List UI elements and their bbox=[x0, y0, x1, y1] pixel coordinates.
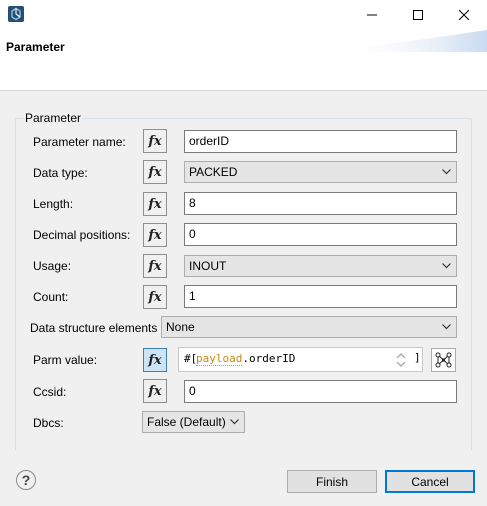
length-label: Length: bbox=[33, 197, 74, 211]
count-fx-button[interactable]: fx bbox=[143, 285, 167, 309]
decimal-positions-input[interactable]: 0 bbox=[184, 223, 457, 246]
parameter-name-input[interactable]: orderID bbox=[184, 130, 457, 153]
count-label: Count: bbox=[33, 290, 69, 304]
chevron-down-icon bbox=[442, 324, 451, 330]
close-button[interactable] bbox=[441, 0, 487, 30]
length-fx-button[interactable]: fx bbox=[143, 192, 167, 216]
chevron-down-icon bbox=[442, 169, 451, 175]
close-icon bbox=[459, 10, 469, 20]
cancel-button[interactable]: Cancel bbox=[385, 470, 475, 493]
help-button[interactable]: ? bbox=[16, 470, 36, 490]
dbcs-select[interactable]: False (Default) bbox=[142, 411, 245, 433]
maximize-icon bbox=[413, 10, 423, 20]
expression-field-token: .orderID bbox=[242, 352, 296, 365]
parm-value-fx-button[interactable]: fx bbox=[143, 348, 167, 372]
ccsid-fx-button[interactable]: fx bbox=[143, 379, 167, 403]
usage-value: INOUT bbox=[189, 259, 227, 273]
app-logo-icon bbox=[8, 6, 24, 22]
dbcs-label: Dbcs: bbox=[33, 416, 64, 430]
ds-elements-label: Data structure elements bbox=[30, 321, 158, 335]
title-bar bbox=[0, 0, 487, 30]
decimal-positions-fx-button[interactable]: fx bbox=[143, 223, 167, 247]
ccsid-input[interactable]: 0 bbox=[184, 380, 457, 403]
ccsid-label: Ccsid: bbox=[33, 385, 67, 399]
graph-nodes-icon bbox=[435, 352, 452, 368]
expression-close-bracket: ] bbox=[414, 351, 421, 364]
data-type-value: PACKED bbox=[189, 165, 238, 179]
data-type-fx-button[interactable]: fx bbox=[143, 160, 167, 184]
expression-payload-token: payload bbox=[196, 352, 243, 366]
minimize-button[interactable] bbox=[349, 0, 395, 30]
chevron-down-icon bbox=[442, 263, 451, 269]
parameter-name-label: Parameter name: bbox=[33, 135, 126, 149]
parm-value-label: Parm value: bbox=[33, 353, 98, 367]
expression-builder-button[interactable] bbox=[431, 348, 456, 372]
count-input[interactable]: 1 bbox=[184, 285, 457, 308]
dialog-header: Parameter bbox=[0, 30, 487, 90]
data-type-select[interactable]: PACKED bbox=[184, 161, 457, 183]
group-title: Parameter bbox=[24, 111, 83, 125]
maximize-button[interactable] bbox=[395, 0, 441, 30]
chevron-down-icon bbox=[230, 419, 239, 425]
ds-elements-value: None bbox=[166, 320, 195, 334]
minimize-icon bbox=[367, 14, 377, 16]
ds-elements-select[interactable]: None bbox=[161, 316, 457, 338]
usage-label: Usage: bbox=[33, 259, 72, 273]
parameter-name-fx-button[interactable]: fx bbox=[143, 129, 167, 153]
data-type-label: Data type: bbox=[33, 166, 88, 180]
expression-spinner-icon[interactable] bbox=[394, 350, 408, 370]
header-decoration bbox=[337, 30, 487, 52]
finish-button[interactable]: Finish bbox=[287, 470, 377, 493]
dialog-title: Parameter bbox=[6, 40, 65, 54]
dbcs-value: False (Default) bbox=[147, 415, 226, 429]
parm-value-expression-editor[interactable]: #[ payload.orderID bbox=[178, 347, 423, 372]
usage-select[interactable]: INOUT bbox=[184, 255, 457, 277]
usage-fx-button[interactable]: fx bbox=[143, 254, 167, 278]
length-input[interactable]: 8 bbox=[184, 192, 457, 215]
expression-text[interactable]: payload.orderID bbox=[196, 352, 408, 368]
decimal-positions-label: Decimal positions: bbox=[33, 228, 131, 242]
